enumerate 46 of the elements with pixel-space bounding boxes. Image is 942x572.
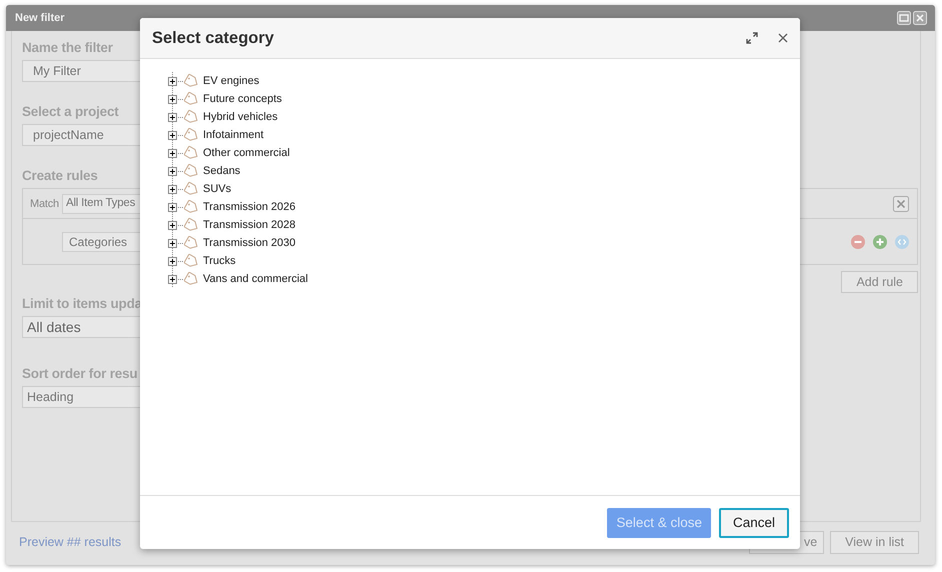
- field-label: Sort order for resu: [22, 366, 138, 381]
- expand-icon[interactable]: [168, 148, 177, 158]
- tag-icon: [184, 146, 200, 160]
- category-item[interactable]: Transmission 2028: [203, 219, 296, 231]
- tag-icon: [184, 110, 200, 124]
- category-item[interactable]: EV engines: [203, 75, 260, 87]
- close-icon[interactable]: [778, 33, 788, 43]
- category-item[interactable]: Other commercial: [203, 147, 290, 159]
- tag-icon: [184, 182, 200, 196]
- field-label: Select a project: [22, 104, 119, 119]
- expand-icon[interactable]: [168, 220, 177, 230]
- field-label: Create rules: [22, 168, 98, 183]
- category-item[interactable]: Trucks: [203, 255, 236, 267]
- tag-icon: [184, 92, 200, 106]
- category-item[interactable]: Infotainment: [203, 129, 264, 141]
- expand-icon[interactable]: [168, 184, 177, 194]
- expand-icon[interactable]: [168, 166, 177, 176]
- expand-icon[interactable]: [168, 256, 177, 266]
- tag-icon: [184, 254, 200, 268]
- tag-icon: [184, 272, 200, 286]
- tag-icon: [184, 164, 200, 178]
- category-item[interactable]: Sedans: [203, 165, 240, 177]
- expand-icon[interactable]: [168, 238, 177, 248]
- tag-icon: [184, 128, 200, 142]
- expand-icon[interactable]: [168, 130, 177, 140]
- expand-icon[interactable]: [168, 112, 177, 122]
- window-title: New filter: [15, 12, 65, 24]
- expand-icon[interactable]: [168, 274, 177, 284]
- category-item[interactable]: Transmission 2026: [203, 201, 296, 213]
- expand-icon[interactable]: [168, 76, 177, 86]
- category-item[interactable]: SUVs: [203, 183, 232, 195]
- tag-icon: [184, 200, 200, 214]
- category-item[interactable]: Hybrid vehicles: [203, 111, 278, 123]
- match-label: Match: [30, 198, 59, 210]
- tag-icon: [184, 74, 200, 88]
- expand-icon[interactable]: [746, 32, 758, 44]
- tag-icon: [184, 218, 200, 232]
- field-label: Name the filter: [22, 40, 113, 55]
- category-item[interactable]: Vans and commercial: [203, 273, 308, 285]
- category-item[interactable]: Future concepts: [203, 93, 282, 105]
- expand-icon[interactable]: [168, 94, 177, 104]
- tag-icon: [184, 236, 200, 250]
- dialog-title: Select category: [152, 28, 274, 48]
- expand-icon[interactable]: [168, 202, 177, 212]
- cancel-button[interactable]: Cancel: [718, 508, 789, 538]
- category-item[interactable]: Transmission 2030: [203, 237, 296, 249]
